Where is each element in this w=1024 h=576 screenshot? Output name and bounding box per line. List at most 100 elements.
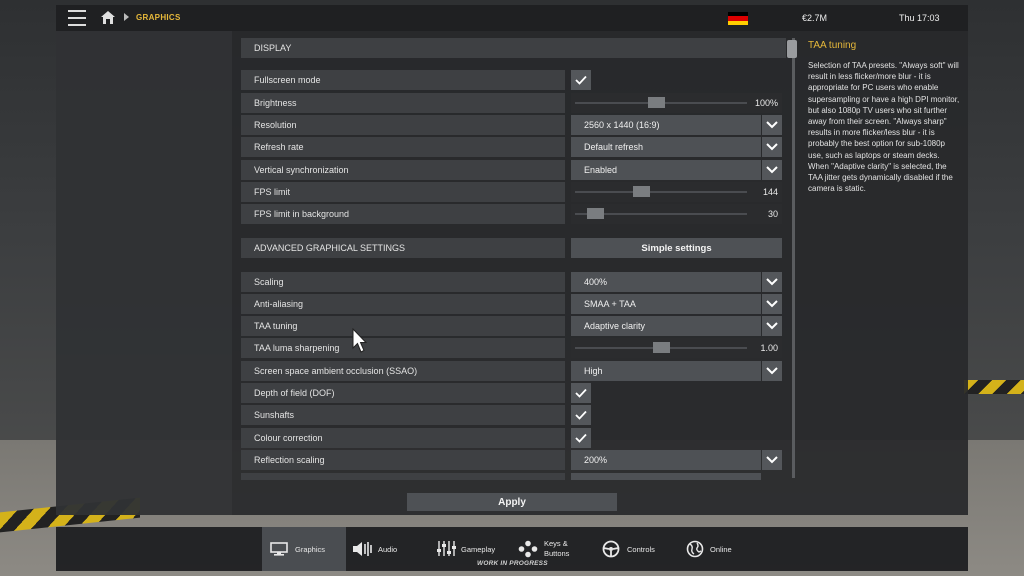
dropdown-value: High: [584, 366, 603, 376]
help-description: Selection of TAA presets. "Always soft" …: [808, 61, 960, 194]
setting-row-taa-luma-sharpening: TAA luma sharpening 1.00: [241, 338, 786, 358]
tab-label-line2: Buttons: [544, 549, 570, 558]
setting-label: FPS limit: [254, 187, 290, 197]
setting-row-fps-limit-background: FPS limit in background 30: [241, 204, 786, 224]
chevron-down-icon[interactable]: [762, 115, 782, 135]
taa-tuning-dropdown[interactable]: Adaptive clarity: [571, 316, 761, 336]
slider-track: [575, 191, 747, 193]
language-flag-icon[interactable]: [728, 12, 748, 25]
setting-label: Vertical synchronization: [254, 165, 349, 175]
setting-row-fps-limit: FPS limit 144: [241, 182, 786, 202]
tab-audio[interactable]: Audio: [350, 527, 410, 571]
setting-label: Reflection scaling: [254, 455, 325, 465]
scrollbar-thumb[interactable]: [787, 40, 797, 58]
setting-label: TAA luma sharpening: [254, 343, 340, 353]
refresh-rate-dropdown[interactable]: Default refresh: [571, 137, 761, 157]
tab-controls[interactable]: Controls: [600, 527, 666, 571]
breadcrumb-separator-icon: [124, 13, 129, 21]
setting-row-partial: [241, 473, 786, 480]
setting-label: Fullscreen mode: [254, 75, 321, 85]
colour-correction-checkbox[interactable]: [571, 428, 591, 448]
checkmark-icon: [575, 75, 587, 85]
depth-of-field-checkbox[interactable]: [571, 383, 591, 403]
chevron-down-icon[interactable]: [762, 450, 782, 470]
slider-value: 100%: [749, 93, 782, 113]
setting-label: Sunshafts: [254, 410, 295, 420]
tab-label: Controls: [627, 545, 655, 554]
checkmark-icon: [575, 410, 587, 420]
background-hazard-stripe: [964, 380, 1024, 394]
simple-settings-button[interactable]: Simple settings: [571, 238, 782, 258]
fps-limit-slider[interactable]: [571, 182, 751, 202]
reflection-scaling-dropdown[interactable]: 200%: [571, 450, 761, 470]
slider-thumb[interactable]: [648, 97, 665, 108]
setting-label: Refresh rate: [254, 142, 304, 152]
setting-row-refresh-rate: Refresh rate Default refresh: [241, 137, 786, 157]
slider-value: 144: [749, 182, 782, 202]
anti-aliasing-dropdown[interactable]: SMAA + TAA: [571, 294, 761, 314]
home-icon[interactable]: [100, 10, 116, 25]
taa-luma-sharpening-slider[interactable]: [571, 338, 751, 358]
fullscreen-checkbox[interactable]: [571, 70, 591, 90]
slider-thumb[interactable]: [587, 208, 604, 219]
setting-label: FPS limit in background: [254, 209, 350, 219]
dropdown-value: Adaptive clarity: [584, 321, 646, 331]
setting-row-resolution: Resolution 2560 x 1440 (16:9): [241, 115, 786, 135]
section-header-display: DISPLAY: [241, 38, 786, 58]
chevron-down-icon[interactable]: [762, 137, 782, 157]
chevron-down-icon[interactable]: [762, 316, 782, 336]
setting-row-taa-tuning: TAA tuning Adaptive clarity: [241, 316, 786, 336]
slider-thumb[interactable]: [653, 342, 670, 353]
gamepad-buttons-icon: [518, 540, 538, 558]
setting-row-scaling: Scaling 400%: [241, 272, 786, 292]
section-title: ADVANCED GRAPHICAL SETTINGS: [254, 243, 406, 253]
help-title: TAA tuning: [808, 40, 857, 51]
monitor-icon: [270, 542, 288, 556]
chevron-down-icon[interactable]: [762, 272, 782, 292]
slider-thumb[interactable]: [633, 186, 650, 197]
resolution-dropdown[interactable]: 2560 x 1440 (16:9): [571, 115, 761, 135]
work-in-progress-label: WORK IN PROGRESS: [477, 560, 548, 567]
setting-label: Scaling: [254, 277, 284, 287]
money-display: €2.7M: [802, 13, 828, 23]
dropdown-value: 200%: [584, 455, 608, 465]
section-header-advanced: ADVANCED GRAPHICAL SETTINGS Simple setti…: [241, 238, 786, 258]
tab-label-line1: Keys &: [544, 539, 568, 548]
slider-value: 30: [749, 204, 782, 224]
setting-label: Anti-aliasing: [254, 299, 304, 309]
chevron-down-icon[interactable]: [762, 294, 782, 314]
section-title: DISPLAY: [254, 43, 292, 53]
partial-dropdown[interactable]: [571, 473, 761, 480]
setting-label: Colour correction: [254, 433, 323, 443]
globe-icon: [686, 540, 704, 558]
setting-row-depth-of-field: Depth of field (DOF): [241, 383, 786, 403]
setting-row-vsync: Vertical synchronization Enabled: [241, 160, 786, 180]
scaling-dropdown[interactable]: 400%: [571, 272, 761, 292]
dropdown-value: SMAA + TAA: [584, 299, 636, 309]
steering-wheel-icon: [602, 540, 620, 558]
setting-label: Depth of field (DOF): [254, 388, 335, 398]
checkmark-icon: [575, 433, 587, 443]
mouse-cursor-icon: [352, 328, 368, 353]
chevron-down-icon[interactable]: [762, 160, 782, 180]
tab-online[interactable]: Online: [684, 527, 744, 571]
setting-row-sunshafts: Sunshafts: [241, 405, 786, 425]
setting-label: Resolution: [254, 120, 297, 130]
ssao-dropdown[interactable]: High: [571, 361, 761, 381]
apply-button[interactable]: Apply: [407, 493, 617, 511]
game-clock: Thu 17:03: [899, 13, 940, 23]
settings-scrollbar[interactable]: [792, 38, 795, 478]
settings-list: DISPLAY Fullscreen mode Brightness 100% …: [241, 38, 786, 480]
setting-label: Brightness: [254, 98, 297, 108]
tab-label: Audio: [378, 545, 398, 554]
vsync-dropdown[interactable]: Enabled: [571, 160, 761, 180]
hamburger-menu-icon[interactable]: [68, 10, 86, 26]
sunshafts-checkbox[interactable]: [571, 405, 591, 425]
fps-limit-background-slider[interactable]: [571, 204, 751, 224]
tab-label: Graphics: [295, 545, 326, 554]
brightness-slider[interactable]: [571, 93, 751, 113]
setting-row-reflection-scaling: Reflection scaling 200%: [241, 450, 786, 470]
tab-graphics[interactable]: Graphics: [262, 527, 346, 571]
checkmark-icon: [575, 388, 587, 398]
chevron-down-icon[interactable]: [762, 361, 782, 381]
